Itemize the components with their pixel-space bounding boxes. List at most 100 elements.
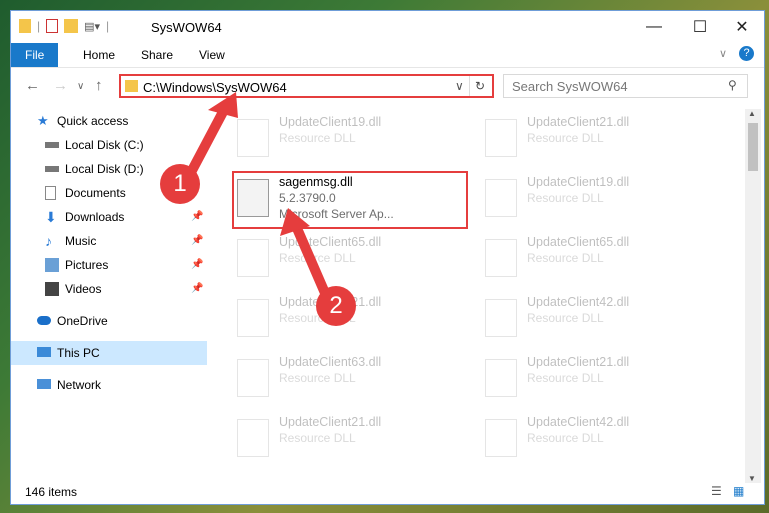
file-type: Resource DLL bbox=[527, 371, 604, 385]
sidebar-item-pictures[interactable]: Pictures 📌 bbox=[11, 253, 207, 277]
step-1-marker: 1 bbox=[160, 164, 200, 204]
cloud-icon bbox=[37, 316, 51, 325]
minimize-button[interactable]: — bbox=[631, 11, 677, 43]
file-tile[interactable]: UpdateClient65.dll Resource DLL bbox=[231, 229, 469, 285]
dll-file-icon bbox=[485, 179, 517, 217]
sidebar-item-local-disk-c[interactable]: Local Disk (C:) bbox=[11, 133, 207, 157]
file-name: UpdateClient19.dll bbox=[527, 175, 630, 189]
file-tile[interactable]: UpdateClient21.dll Resource DLL bbox=[479, 349, 717, 405]
file-type: Resource DLL bbox=[279, 251, 356, 265]
sidebar-item-videos[interactable]: Videos 📌 bbox=[11, 277, 207, 301]
window-title: SysWOW64 bbox=[151, 20, 222, 35]
file-type: Resource DLL bbox=[527, 191, 604, 205]
drive-icon bbox=[45, 142, 59, 148]
ribbon: File Home Share View ∨ ? bbox=[11, 43, 764, 68]
pin-icon[interactable]: 📌 bbox=[191, 205, 203, 229]
tab-share[interactable]: Share bbox=[127, 43, 187, 67]
pin-icon[interactable]: 📌 bbox=[191, 229, 203, 253]
highlight-box bbox=[232, 171, 468, 229]
sidebar-item-downloads[interactable]: ⬇ Downloads 📌 bbox=[11, 205, 207, 229]
sidebar-item-label: Local Disk (D:) bbox=[65, 162, 144, 176]
music-icon: ♪ bbox=[45, 233, 52, 249]
sidebar-item-label: Quick access bbox=[57, 114, 129, 128]
maximize-button[interactable]: ☐ bbox=[677, 11, 723, 43]
dll-file-icon bbox=[485, 239, 517, 277]
search-placeholder: Search SysWOW64 bbox=[512, 79, 628, 94]
network-icon bbox=[37, 379, 51, 389]
separator: | bbox=[106, 19, 110, 33]
address-bar[interactable]: C:\Windows\SysWOW64 ∨ ↻ bbox=[119, 74, 494, 98]
file-tile[interactable]: UpdateClient65.dll Resource DLL bbox=[479, 229, 717, 285]
scrollbar-thumb[interactable] bbox=[748, 123, 758, 171]
file-type: Resource DLL bbox=[279, 371, 356, 385]
refresh-icon[interactable]: ↻ bbox=[469, 76, 490, 96]
details-view-icon[interactable]: ☰ bbox=[711, 484, 722, 498]
file-type: Resource DLL bbox=[527, 311, 604, 325]
tab-home[interactable]: Home bbox=[69, 43, 129, 67]
file-name: UpdateClient21.dll bbox=[527, 115, 630, 129]
tiles-view-icon[interactable]: ▦ bbox=[733, 484, 744, 498]
file-tile[interactable]: UpdateClient21.dll Resource DLL bbox=[231, 409, 469, 465]
properties-icon[interactable] bbox=[46, 19, 59, 33]
dll-file-icon bbox=[485, 299, 517, 337]
address-path: C:\Windows\SysWOW64 bbox=[143, 80, 287, 95]
dll-file-icon bbox=[237, 299, 269, 337]
file-tile[interactable]: UpdateClient21.dll Resource DLL bbox=[479, 109, 717, 165]
search-input[interactable]: Search SysWOW64 ⚲ bbox=[503, 74, 748, 98]
sidebar-item-music[interactable]: ♪ Music 📌 bbox=[11, 229, 207, 253]
dll-file-icon bbox=[237, 359, 269, 397]
sidebar-item-label: Music bbox=[65, 234, 97, 248]
file-name: UpdateClient42.dll bbox=[527, 295, 630, 309]
sidebar-item-label: This PC bbox=[57, 346, 100, 360]
dll-file-icon bbox=[485, 359, 517, 397]
file-tile[interactable]: UpdateClient19.dll Resource DLL bbox=[479, 169, 717, 225]
folder-icon bbox=[19, 19, 31, 33]
sidebar-item-network[interactable]: Network bbox=[11, 373, 207, 397]
download-icon: ⬇ bbox=[45, 209, 57, 225]
computer-icon bbox=[37, 347, 51, 357]
vertical-scrollbar[interactable]: ▲ ▼ bbox=[745, 109, 761, 483]
help-icon[interactable]: ? bbox=[739, 46, 754, 61]
file-name: UpdateClient21.dll bbox=[279, 415, 382, 429]
item-count: 146 items bbox=[25, 485, 78, 499]
recent-locations-icon[interactable]: ∨ bbox=[77, 81, 84, 92]
file-type: Resource DLL bbox=[279, 131, 356, 145]
file-name: UpdateClient42.dll bbox=[527, 415, 630, 429]
sidebar-item-this-pc[interactable]: This PC bbox=[11, 341, 207, 365]
scroll-up-icon[interactable]: ▲ bbox=[748, 109, 756, 118]
file-type: Resource DLL bbox=[279, 431, 356, 445]
step-2-marker: 2 bbox=[316, 286, 356, 326]
sidebar-item-label: Downloads bbox=[65, 210, 125, 224]
file-name: UpdateClient65.dll bbox=[527, 235, 630, 249]
new-folder-icon[interactable] bbox=[64, 19, 79, 33]
sidebar-item-onedrive[interactable]: OneDrive bbox=[11, 309, 207, 333]
file-type: Resource DLL bbox=[527, 431, 604, 445]
back-icon[interactable]: ← bbox=[25, 77, 40, 94]
file-list: UpdateClient19.dll Resource DLL sagenmsg… bbox=[211, 109, 741, 477]
file-tile[interactable]: UpdateClient19.dll Resource DLL bbox=[231, 109, 469, 165]
tab-file[interactable]: File bbox=[11, 43, 59, 67]
sidebar-item-quick-access[interactable]: ★ Quick access bbox=[11, 109, 207, 133]
file-name: UpdateClient65.dll bbox=[279, 235, 382, 249]
chevron-down-icon[interactable]: ∨ bbox=[455, 79, 464, 93]
sidebar-item-label: Pictures bbox=[65, 258, 109, 272]
close-button[interactable]: ✕ bbox=[719, 11, 765, 43]
file-type: Resource DLL bbox=[527, 131, 604, 145]
navigation-bar: ← → ∨ ↑ C:\Windows\SysWOW64 ∨ ↻ Search S… bbox=[11, 69, 764, 103]
file-name: UpdateClient19.dll bbox=[279, 115, 382, 129]
status-bar: 146 items ☰ ▦ bbox=[11, 480, 764, 504]
file-tile[interactable]: UpdateClient42.dll Resource DLL bbox=[479, 409, 717, 465]
up-icon[interactable]: ↑ bbox=[95, 77, 103, 94]
pin-icon[interactable]: 📌 bbox=[191, 253, 203, 277]
star-icon: ★ bbox=[37, 113, 49, 128]
view-icon[interactable]: ▤▾ bbox=[84, 20, 100, 33]
file-tile[interactable]: UpdateClient63.dll Resource DLL bbox=[231, 349, 469, 405]
file-tile[interactable]: UpdateClient42.dll Resource DLL bbox=[479, 289, 717, 345]
forward-icon[interactable]: → bbox=[53, 77, 68, 94]
dll-file-icon bbox=[485, 419, 517, 457]
expand-ribbon-icon[interactable]: ∨ bbox=[719, 47, 727, 60]
dll-file-icon bbox=[237, 419, 269, 457]
search-icon[interactable]: ⚲ bbox=[728, 78, 737, 92]
tab-view[interactable]: View bbox=[185, 43, 239, 67]
pin-icon[interactable]: 📌 bbox=[191, 277, 203, 301]
